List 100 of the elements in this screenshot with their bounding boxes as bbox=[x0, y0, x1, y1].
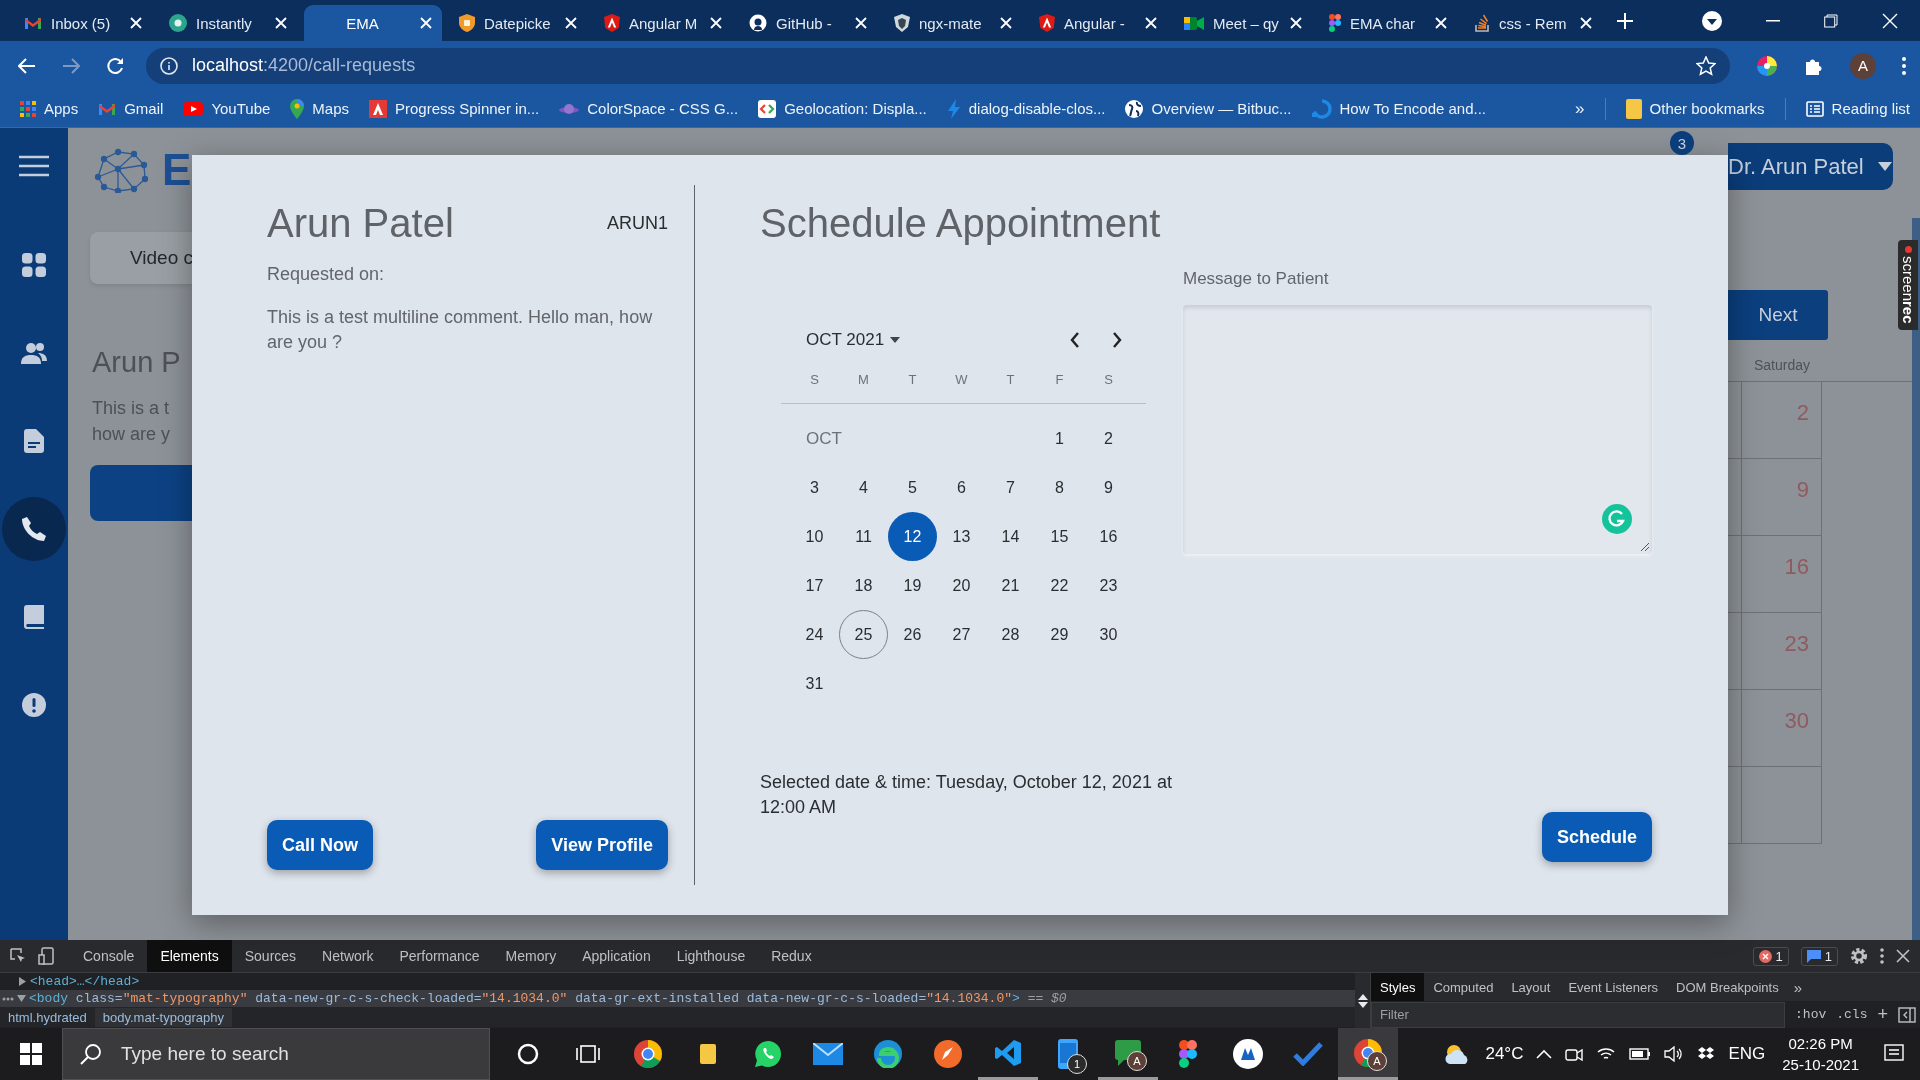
calendar-day[interactable]: 30 bbox=[1084, 610, 1133, 659]
calendar-day[interactable]: 29 bbox=[1035, 610, 1084, 659]
calendar-day[interactable]: 1 bbox=[1035, 414, 1084, 463]
app-badge: A bbox=[1127, 1051, 1147, 1071]
page-tab[interactable]: Video c bbox=[90, 232, 192, 284]
browser-tab[interactable]: ngx-mate bbox=[884, 5, 1022, 41]
address-bar[interactable]: localhost:4200/call-requests bbox=[146, 47, 1730, 84]
browser-tab[interactable]: Angular - bbox=[1029, 5, 1167, 41]
calendar-day[interactable]: 28 bbox=[986, 610, 1035, 659]
browser-tab[interactable]: Datepicke bbox=[449, 5, 587, 41]
call-button[interactable]: Call Now bbox=[267, 820, 373, 870]
bookmark-link[interactable]: Progress Spinner in... bbox=[395, 100, 540, 117]
calendar-day[interactable]: 23 bbox=[1084, 561, 1133, 610]
filter-field[interactable]: Filter bbox=[1371, 1001, 1786, 1028]
devtools-tab[interactable]: Console bbox=[70, 940, 148, 972]
browser-tab[interactable]: EMA bbox=[304, 5, 442, 41]
browser-tab[interactable]: Meet – qy bbox=[1174, 5, 1312, 41]
devtools-tab[interactable]: Elements bbox=[147, 940, 232, 972]
bookmark-link[interactable]: Geolocation: Displa... bbox=[784, 100, 927, 117]
calendar-day[interactable]: 14 bbox=[986, 512, 1035, 561]
calendar-day[interactable]: 15 bbox=[1035, 512, 1084, 561]
bookmark-link[interactable]: Overview — Bitbuc... bbox=[1151, 100, 1292, 117]
weekday-label: W bbox=[954, 371, 969, 387]
panel-tab[interactable]: Computed bbox=[1424, 973, 1503, 1001]
devtools-tab[interactable]: Lighthouse bbox=[663, 940, 759, 972]
devtools-tab[interactable]: Network bbox=[309, 940, 387, 972]
taskbar-app[interactable]: A bbox=[1338, 1028, 1398, 1080]
bookmark-link[interactable]: Gmail bbox=[124, 100, 164, 117]
calendar-day[interactable]: 8 bbox=[1035, 463, 1084, 512]
calendar-day[interactable]: 5 bbox=[888, 463, 937, 512]
calendar-day[interactable]: 11 bbox=[839, 512, 888, 561]
overflow-chevron[interactable]: » bbox=[1575, 98, 1585, 119]
calendar-day[interactable]: 17 bbox=[790, 561, 839, 610]
breadcrumb[interactable]: body.mat-typography bbox=[94, 1007, 232, 1027]
calendar-day[interactable]: 12 bbox=[888, 512, 937, 561]
selected-date-text: Selected date & time: Tuesday, October 12, 2021 at 12:00 AM bbox=[760, 771, 1173, 819]
devtools-tab[interactable]: Performance bbox=[386, 940, 493, 972]
breadcrumb[interactable]: html.hydrated bbox=[0, 1007, 95, 1027]
bookmark-link[interactable]: Maps bbox=[312, 100, 349, 117]
calendar-day[interactable]: 21 bbox=[986, 561, 1035, 610]
panel-tab[interactable]: Styles bbox=[1371, 973, 1425, 1001]
profile-avatar[interactable]: A bbox=[1850, 52, 1876, 79]
calendar-day[interactable]: 26 bbox=[888, 610, 937, 659]
bookmark-link[interactable]: Reading list bbox=[1831, 100, 1910, 117]
calendar-day[interactable]: 6 bbox=[937, 463, 986, 512]
calendar-day[interactable]: 27 bbox=[937, 610, 986, 659]
message-counter[interactable]: 1 bbox=[1800, 946, 1838, 966]
devtools-tab[interactable]: Memory bbox=[492, 940, 570, 972]
bookmark-link[interactable]: Apps bbox=[44, 100, 79, 117]
user-menu-button[interactable]: Dr. Arun Patel bbox=[1728, 143, 1893, 190]
calendar-day[interactable]: 20 bbox=[937, 561, 986, 610]
calendar-day[interactable]: 10 bbox=[790, 512, 839, 561]
calendar-day[interactable]: 2 bbox=[1084, 414, 1133, 463]
bookmark-link[interactable]: Other bookmarks bbox=[1649, 100, 1765, 117]
browser-tab[interactable]: GitHub - bbox=[739, 5, 877, 41]
taskbar-app[interactable]: 1 bbox=[1038, 1028, 1098, 1080]
taskbar-app[interactable]: A bbox=[1098, 1028, 1158, 1080]
month-selector[interactable]: OCT 2021 bbox=[806, 330, 901, 350]
calendar-day[interactable]: 7 bbox=[986, 463, 1035, 512]
calendar-day[interactable]: 19 bbox=[888, 561, 937, 610]
calendar-day[interactable]: 24 bbox=[790, 610, 839, 659]
panel-tab[interactable]: Layout bbox=[1502, 973, 1560, 1001]
schedule-button[interactable]: Schedule bbox=[1541, 812, 1652, 862]
calendar-day[interactable]: 9 bbox=[1084, 463, 1133, 512]
calendar-day[interactable]: 13 bbox=[937, 512, 986, 561]
class-toggle[interactable]: .cls bbox=[1836, 1007, 1868, 1022]
bookmark-link[interactable]: dialog-disable-clos... bbox=[968, 100, 1106, 117]
clock-date[interactable]: 25-10-2021 bbox=[1782, 1054, 1859, 1075]
next-button[interactable]: Next bbox=[1728, 290, 1828, 340]
calendar-day[interactable]: 3 bbox=[790, 463, 839, 512]
calendar-day[interactable]: 16 bbox=[1084, 512, 1133, 561]
comment-text: This is a t how are y bbox=[91, 397, 172, 446]
profile-button[interactable]: View Profile bbox=[536, 820, 668, 870]
hover-toggle[interactable]: :hov bbox=[1795, 1007, 1827, 1022]
notification-badge: 3 bbox=[1670, 131, 1694, 155]
error-counter[interactable]: 1 bbox=[1752, 946, 1789, 966]
panel-tab[interactable]: Event Listeners bbox=[1559, 973, 1668, 1001]
panel-tab[interactable]: DOM Breakpoints bbox=[1667, 973, 1788, 1001]
browser-tab[interactable]: css - Rem bbox=[1464, 5, 1602, 41]
browser-tab[interactable]: Instantly bbox=[159, 5, 297, 41]
bookmark-link[interactable]: YouTube bbox=[211, 100, 271, 117]
add-rule-button[interactable]: + bbox=[1877, 1004, 1888, 1025]
devtools-tab[interactable]: Application bbox=[569, 940, 664, 972]
recorder-label: screenrec bbox=[1899, 256, 1917, 324]
calendar-day[interactable]: 4 bbox=[839, 463, 888, 512]
search-field[interactable]: Type here to search bbox=[62, 1028, 490, 1080]
calendar-day[interactable]: 31 bbox=[790, 659, 839, 708]
bookmark-link[interactable]: ColorSpace - CSS G... bbox=[587, 100, 739, 117]
devtools-tab[interactable]: Redux bbox=[758, 940, 825, 972]
dialog-title: Schedule Appointment bbox=[760, 201, 1162, 246]
clock-time[interactable]: 02:26 PM bbox=[1788, 1033, 1853, 1054]
bookmark-link[interactable]: How To Encode and... bbox=[1339, 100, 1486, 117]
browser-tab[interactable]: EMA char bbox=[1319, 5, 1457, 41]
devtools-tab[interactable]: Sources bbox=[231, 940, 310, 972]
calendar-day[interactable]: 18 bbox=[839, 561, 888, 610]
language-indicator[interactable]: ENG bbox=[1728, 1044, 1766, 1064]
browser-tab[interactable]: Inbox (5) bbox=[14, 5, 152, 41]
browser-tab[interactable]: Angular M bbox=[594, 5, 732, 41]
calendar-day[interactable]: 22 bbox=[1035, 561, 1084, 610]
overflow-chevron[interactable]: » bbox=[1787, 978, 1802, 996]
